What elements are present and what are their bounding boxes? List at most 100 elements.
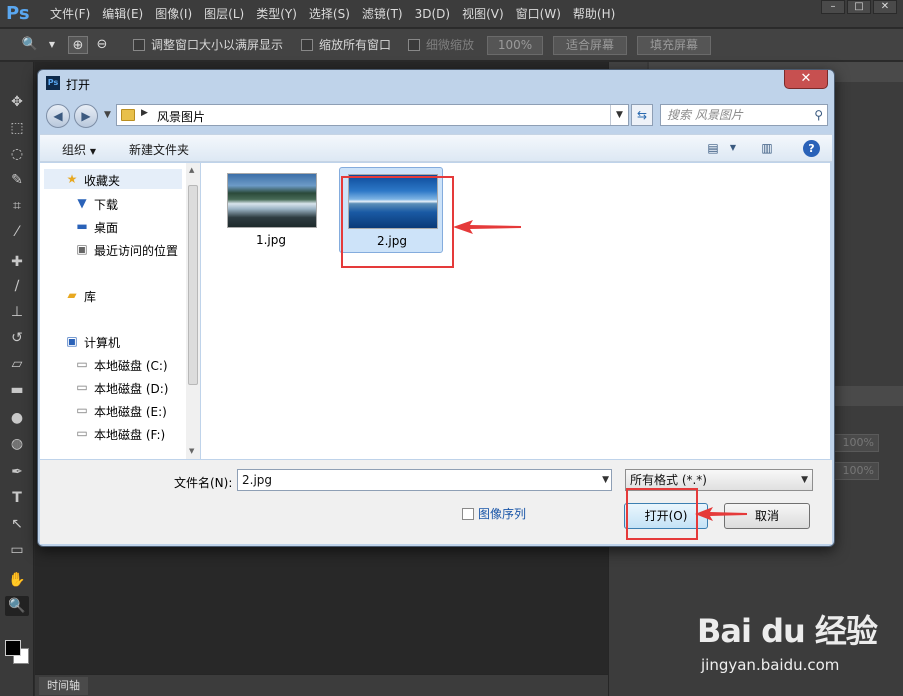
type-tool-icon[interactable]: T: [5, 488, 29, 508]
nav-favorites[interactable]: ★ 收藏夹: [44, 169, 182, 189]
nav-drive-f[interactable]: ▭ 本地磁盘 (F:): [44, 423, 184, 443]
dialog-footer: 文件名(N): 2.jpg ▼ 所有格式 (*.*) ▼ 图像序列 打开(O) …: [40, 460, 832, 544]
crop-tool-icon[interactable]: ⌗: [5, 196, 29, 216]
menu-edit[interactable]: 编辑(E): [96, 5, 149, 23]
eraser-tool-icon[interactable]: ▱: [5, 354, 29, 374]
nav-libraries[interactable]: ▰ 库: [44, 285, 182, 305]
maximize-icon[interactable]: □: [847, 0, 871, 14]
image-sequence-checkbox[interactable]: [462, 508, 474, 520]
chevron-down-icon[interactable]: ▼: [104, 110, 111, 120]
menu-view[interactable]: 视图(V): [456, 5, 510, 23]
marquee-tool-icon[interactable]: ⬚: [5, 118, 29, 138]
nav-scrollbar[interactable]: ▲ ▼: [186, 163, 200, 459]
image-thumbnail: [227, 173, 317, 228]
forward-arrow-icon[interactable]: ▶: [74, 104, 98, 128]
fill-screen-button[interactable]: 填充屏幕: [637, 36, 711, 55]
menu-image[interactable]: 图像(I): [149, 5, 198, 23]
nav-drive-d[interactable]: ▭ 本地磁盘 (D:): [44, 377, 184, 397]
nav-desktop[interactable]: ▬ 桌面: [44, 216, 182, 236]
close-icon[interactable]: ✕: [873, 0, 897, 14]
menu-window[interactable]: 窗口(W): [510, 5, 567, 23]
nav-drive-e[interactable]: ▭ 本地磁盘 (E:): [44, 400, 184, 420]
star-icon: ★: [66, 172, 78, 186]
ps-toolbox: ✥ ⬚ ◌ ✎ ⌗ ⁄ ✚ ∕ ⊥ ↺ ▱ ▬ ● ◍ ✒ T ↖ ▭ ✋ 🔍: [0, 62, 34, 696]
chevron-down-icon: ▼: [801, 475, 808, 485]
menu-3d[interactable]: 3D(D): [409, 5, 456, 23]
image-sequence-label[interactable]: 图像序列: [478, 505, 526, 522]
menu-layer[interactable]: 图层(L): [198, 5, 250, 23]
view-mode-icon[interactable]: ▤: [704, 140, 722, 156]
refresh-icon[interactable]: ⇆: [631, 104, 653, 126]
scrollbar-thumb[interactable]: [188, 185, 198, 385]
address-path[interactable]: 风景图片: [157, 108, 205, 125]
hand-tool-icon[interactable]: ✋: [5, 570, 29, 590]
nav-recent[interactable]: ▣ 最近访问的位置: [44, 239, 184, 259]
minimize-icon[interactable]: –: [821, 0, 845, 14]
help-icon[interactable]: ?: [803, 140, 820, 157]
download-folder-icon: ▼: [77, 196, 87, 210]
checkbox-icon[interactable]: [133, 39, 145, 51]
chevron-down-icon[interactable]: ▼: [42, 36, 62, 54]
file-item-1[interactable]: 1.jpg: [219, 167, 323, 253]
dodge-tool-icon[interactable]: ◍: [5, 434, 29, 454]
history-brush-tool-icon[interactable]: ↺: [5, 328, 29, 348]
opacity-field[interactable]: 100%: [833, 434, 879, 452]
chevron-down-icon[interactable]: ▼: [724, 140, 742, 156]
watermark-logo: Bai du 经验: [697, 612, 878, 650]
fit-screen-button[interactable]: 适合屏幕: [553, 36, 627, 55]
address-bar[interactable]: ▶ 风景图片 ▼: [116, 104, 629, 126]
chevron-down-icon[interactable]: ▼: [189, 447, 194, 455]
zoom-out-icon[interactable]: ⊖: [92, 36, 112, 54]
system-drive-icon: ▭: [76, 357, 88, 371]
stamp-tool-icon[interactable]: ⊥: [5, 302, 29, 322]
organize-menu[interactable]: 组织 ▼: [62, 141, 96, 158]
zoom-tool-icon[interactable]: 🔍: [5, 596, 29, 616]
gradient-tool-icon[interactable]: ▬: [5, 380, 29, 400]
zoom-in-icon[interactable]: ⊕: [68, 36, 88, 54]
back-arrow-icon[interactable]: ◀: [46, 104, 70, 128]
desktop-icon: ▬: [76, 219, 88, 233]
eyedropper-tool-icon[interactable]: ⁄: [5, 222, 29, 242]
preview-pane-icon[interactable]: ▥: [758, 140, 776, 156]
fill-field[interactable]: 100%: [833, 462, 879, 480]
quick-select-tool-icon[interactable]: ✎: [5, 170, 29, 190]
scrubby-zoom-option[interactable]: 细微缩放: [408, 36, 474, 54]
zoom-tool-icon[interactable]: 🔍: [20, 36, 40, 54]
timeline-tab[interactable]: 时间轴: [39, 677, 88, 695]
nav-downloads[interactable]: ▼ 下载: [44, 193, 182, 213]
menu-type[interactable]: 类型(Y): [250, 5, 303, 23]
path-select-tool-icon[interactable]: ↖: [5, 514, 29, 534]
chevron-up-icon[interactable]: ▲: [189, 166, 194, 174]
new-folder-button[interactable]: 新建文件夹: [129, 141, 189, 158]
menu-file[interactable]: 文件(F): [44, 5, 96, 23]
close-icon[interactable]: ✕: [784, 70, 828, 89]
chevron-right-icon[interactable]: ▶: [141, 108, 148, 118]
foreground-color-swatch[interactable]: [5, 640, 21, 656]
menu-filter[interactable]: 滤镜(T): [356, 5, 409, 23]
nav-drive-c[interactable]: ▭ 本地磁盘 (C:): [44, 354, 184, 374]
nav-computer[interactable]: ▣ 计算机: [44, 331, 182, 351]
open-dialog: Ps 打开 ✕ ◀ ▶ ▼ ▶ 风景图片 ▼ ⇆ 搜索 风景图片 ⚲ 组织 ▼ …: [37, 69, 835, 547]
dialog-titlebar[interactable]: Ps 打开 ✕: [38, 70, 834, 98]
brush-tool-icon[interactable]: ∕: [5, 276, 29, 296]
chevron-down-icon[interactable]: ▼: [610, 105, 628, 125]
library-icon: ▰: [67, 288, 77, 302]
menu-select[interactable]: 选择(S): [303, 5, 356, 23]
checkbox-icon[interactable]: [408, 39, 420, 51]
zoom-100-button[interactable]: 100%: [487, 36, 543, 55]
menu-help[interactable]: 帮助(H): [567, 5, 621, 23]
checkbox-icon[interactable]: [301, 39, 313, 51]
search-input[interactable]: 搜索 风景图片 ⚲: [660, 104, 828, 126]
filename-input[interactable]: 2.jpg ▼: [237, 469, 612, 491]
lasso-tool-icon[interactable]: ◌: [5, 144, 29, 164]
healing-brush-tool-icon[interactable]: ✚: [5, 252, 29, 272]
zoom-all-option[interactable]: 缩放所有窗口: [301, 36, 391, 54]
search-icon[interactable]: ⚲: [814, 105, 823, 125]
ps-app-icon: Ps: [46, 76, 60, 90]
resize-windows-option[interactable]: 调整窗口大小以满屏显示: [133, 36, 283, 54]
shape-tool-icon[interactable]: ▭: [5, 540, 29, 560]
blur-tool-icon[interactable]: ●: [5, 408, 29, 428]
pen-tool-icon[interactable]: ✒: [5, 462, 29, 482]
move-tool-icon[interactable]: ✥: [5, 92, 29, 112]
chevron-down-icon[interactable]: ▼: [602, 470, 609, 490]
